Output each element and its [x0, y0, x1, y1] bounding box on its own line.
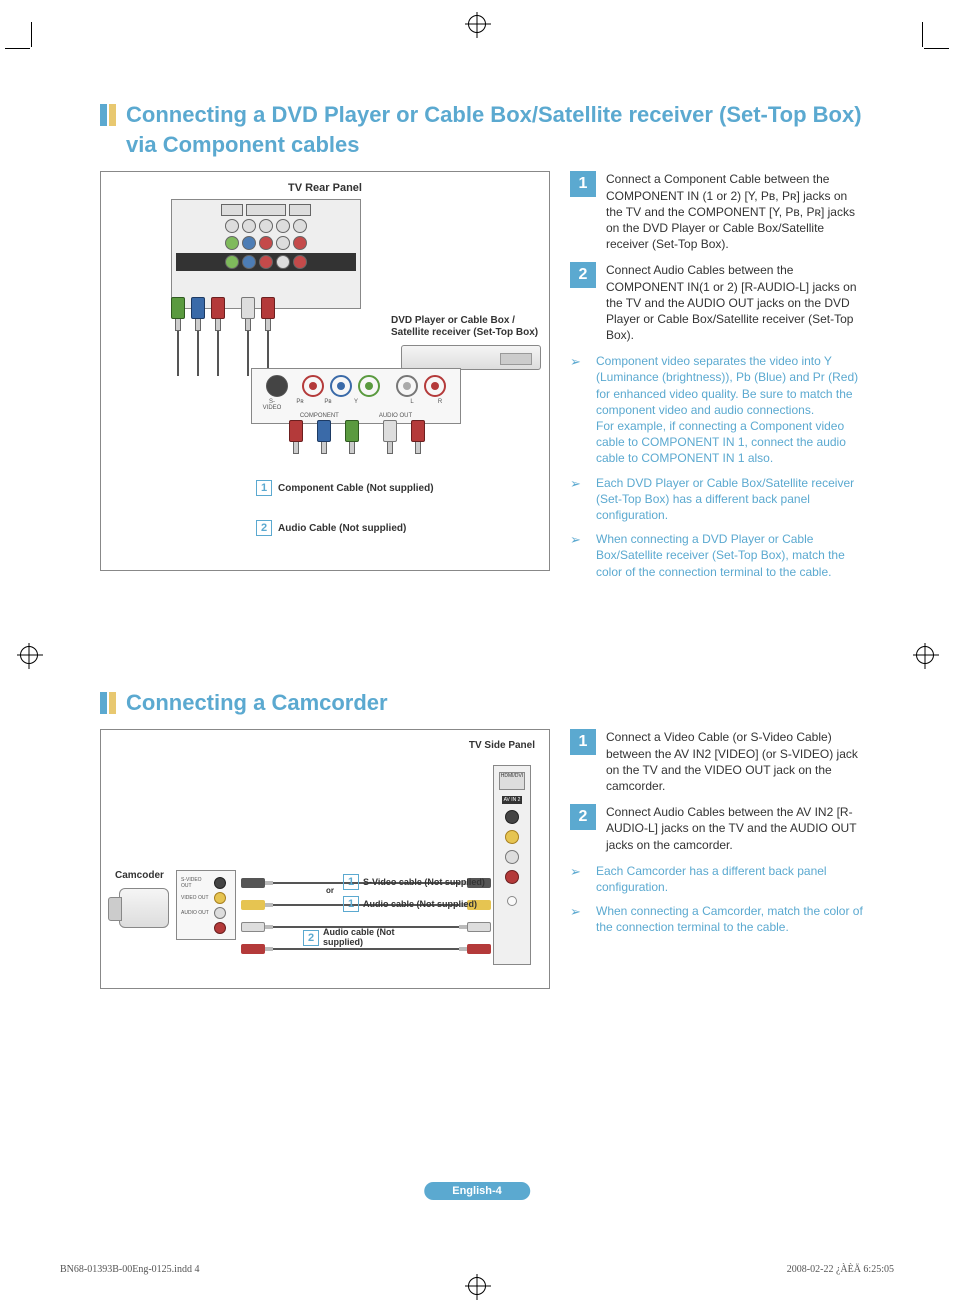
- plug-red-icon: [261, 297, 275, 331]
- footer-right: 2008-02-22 ¿ÀÈÄ 6:25:05: [787, 1264, 894, 1275]
- section-1-title-text: Connecting a DVD Player or Cable Box/Sat…: [126, 100, 864, 159]
- jack-y-icon: [358, 375, 380, 397]
- tv-rear-panel-label: TV Rear Panel: [111, 182, 539, 194]
- step-2-text: Connect Audio Cables between the AV IN2 …: [606, 804, 864, 853]
- plug-blue-icon: [317, 420, 331, 454]
- page-label: English-4: [424, 1182, 530, 1200]
- section2-step-2: 2 Connect Audio Cables between the AV IN…: [570, 804, 864, 853]
- step-2-text: Connect Audio Cables between the COMPONE…: [606, 262, 864, 343]
- registration-mark-icon: [468, 1277, 486, 1295]
- jack-audio-l-icon: [396, 375, 418, 397]
- section-2-title-text: Connecting a Camcorder: [126, 688, 388, 718]
- section-2-diagram: TV Side Panel Camcoder S-VIDEO OUT VIDEO…: [100, 729, 550, 989]
- crop-mark: [922, 22, 923, 47]
- note-2-text: When connecting a Camcorder, match the c…: [596, 903, 864, 935]
- step-2-badge: 2: [570, 804, 596, 830]
- plug-green-icon: [171, 297, 185, 331]
- legend-2-badge: 2: [256, 520, 272, 536]
- note-arrow-icon: ➢: [570, 531, 588, 580]
- section1-step-2: 2 Connect Audio Cables between the COMPO…: [570, 262, 864, 343]
- registration-mark-icon: [20, 646, 38, 664]
- plug-red-icon: [211, 297, 225, 331]
- tv-side-panel: HDMI/DVI AV IN 2: [493, 765, 531, 965]
- plug-white-icon: [241, 297, 255, 331]
- jack-audio-r-icon: [424, 375, 446, 397]
- plug-blue-icon: [191, 297, 205, 331]
- camcorder-label: Camcoder: [115, 870, 164, 881]
- plug-green-icon: [345, 420, 359, 454]
- camcorder-jacks-panel: S-VIDEO OUT VIDEO OUT AUDIO OUT: [176, 870, 236, 940]
- jack-pb-icon: [330, 375, 352, 397]
- crop-mark: [924, 48, 949, 49]
- device-jacks-panel: S-VIDEOPʀPʙYLR COMPONENTAUDIO OUT: [251, 368, 461, 424]
- section1-note-3: ➢ When connecting a DVD Player or Cable …: [570, 531, 864, 580]
- side-panel-label: TV Side Panel: [469, 740, 535, 751]
- plug-red-icon: [411, 420, 425, 454]
- section2-note-2: ➢ When connecting a Camcorder, match the…: [570, 903, 864, 935]
- plug-red-icon: [289, 420, 303, 454]
- svideo-jack-icon: [266, 375, 288, 397]
- device-label: DVD Player or Cable Box / Satellite rece…: [391, 315, 551, 339]
- registration-mark-icon: [916, 646, 934, 664]
- section2-note-1: ➢ Each Camcorder has a different back pa…: [570, 863, 864, 895]
- crop-mark: [5, 48, 30, 49]
- section-1-diagram: TV Rear Panel DVD Player or Cable Box / …: [100, 171, 550, 571]
- jack-pr-icon: [302, 375, 324, 397]
- section1-step-1: 1 Connect a Component Cable between the …: [570, 171, 864, 252]
- cable-1b-label: 1 Audio cable (Not supplied): [343, 896, 477, 912]
- cable-area-bottom: [289, 420, 489, 480]
- step-1-text: Connect a Component Cable between the CO…: [606, 171, 864, 252]
- note-2-text: Each DVD Player or Cable Box/Satellite r…: [596, 475, 864, 524]
- note-1-text: Component video separates the video into…: [596, 353, 864, 466]
- section1-note-2: ➢ Each DVD Player or Cable Box/Satellite…: [570, 475, 864, 524]
- or-label: or: [326, 886, 334, 895]
- note-arrow-icon: ➢: [570, 903, 588, 935]
- crop-mark: [31, 22, 32, 47]
- note-arrow-icon: ➢: [570, 475, 588, 524]
- title-bars-icon: [100, 692, 116, 714]
- cable-1a-label: 1 S-Video cable (Not supplied): [343, 874, 485, 890]
- registration-mark-icon: [468, 15, 486, 33]
- note-arrow-icon: ➢: [570, 863, 588, 895]
- cable-2-label: 2 Audio cable (Not supplied): [303, 928, 413, 948]
- title-bars-icon: [100, 104, 116, 126]
- step-1-badge: 1: [570, 729, 596, 755]
- section2-step-1: 1 Connect a Video Cable (or S-Video Cabl…: [570, 729, 864, 794]
- section1-note-1: ➢ Component video separates the video in…: [570, 353, 864, 466]
- plug-white-icon: [383, 420, 397, 454]
- note-1-text: Each Camcorder has a different back pane…: [596, 863, 864, 895]
- legend-2-text: Audio Cable (Not supplied): [278, 523, 406, 534]
- note-arrow-icon: ➢: [570, 353, 588, 466]
- section-1-title: Connecting a DVD Player or Cable Box/Sat…: [100, 100, 864, 159]
- camcorder-icon: [119, 888, 169, 928]
- footer-left: BN68-01393B-00Eng-0125.indd 4: [60, 1264, 199, 1275]
- legend-1-badge: 1: [256, 480, 272, 496]
- step-1-badge: 1: [570, 171, 596, 197]
- step-2-badge: 2: [570, 262, 596, 288]
- section-2-title: Connecting a Camcorder: [100, 688, 864, 718]
- step-1-text: Connect a Video Cable (or S-Video Cable)…: [606, 729, 864, 794]
- tv-rear-panel: [171, 199, 361, 309]
- note-3-text: When connecting a DVD Player or Cable Bo…: [596, 531, 864, 580]
- legend-1-text: Component Cable (Not supplied): [278, 483, 434, 494]
